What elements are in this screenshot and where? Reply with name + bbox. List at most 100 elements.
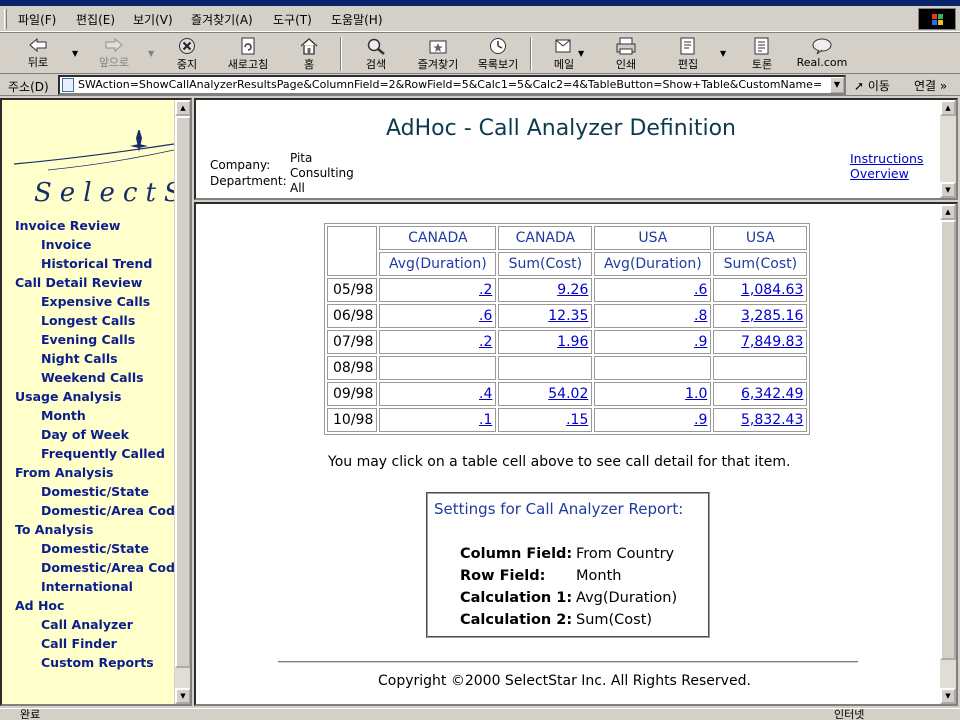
- nav-section[interactable]: Invoice Review: [15, 216, 183, 235]
- history-button[interactable]: 목록보기: [474, 35, 522, 73]
- nav-link[interactable]: Weekend Calls: [15, 368, 183, 387]
- instructions-link[interactable]: Instructions: [850, 151, 923, 166]
- navigation-scrollbar[interactable]: ▲ ▼: [174, 100, 190, 704]
- scroll-up-icon[interactable]: ▲: [940, 204, 956, 220]
- back-button[interactable]: 뒤로: [14, 35, 62, 73]
- address-dropdown-icon[interactable]: ▼: [830, 77, 844, 93]
- menu-edit[interactable]: 편집(E): [76, 11, 115, 28]
- cell-value-link[interactable]: 7,849.83: [741, 334, 803, 350]
- scroll-down-icon[interactable]: ▼: [175, 688, 190, 704]
- table-cell[interactable]: .6: [379, 304, 497, 328]
- mail-dropdown-icon[interactable]: ▼: [578, 49, 584, 58]
- links-button[interactable]: 연결 »: [914, 77, 947, 94]
- nav-link[interactable]: International: [15, 577, 183, 596]
- menu-tools[interactable]: 도구(T): [273, 11, 312, 28]
- main-scrollbar[interactable]: ▲ ▼: [940, 204, 956, 704]
- cell-value-link[interactable]: 1,084.63: [741, 282, 803, 298]
- cell-value-link[interactable]: .2: [479, 334, 492, 350]
- nav-link[interactable]: Domestic/State: [15, 482, 183, 501]
- nav-link[interactable]: Frequently Called: [15, 444, 183, 463]
- menu-help[interactable]: 도움말(H): [331, 11, 383, 28]
- table-cell[interactable]: 1.0: [594, 382, 712, 406]
- home-button[interactable]: 홈: [285, 35, 333, 73]
- menu-file[interactable]: 파일(F): [18, 11, 56, 28]
- address-input[interactable]: SWAction=ShowCallAnalyzerResultsPage&Col…: [58, 75, 846, 95]
- scroll-up-icon[interactable]: ▲: [940, 100, 956, 116]
- real-com-button[interactable]: Real.com: [792, 35, 852, 73]
- favorites-button[interactable]: 즐겨찾기: [414, 35, 462, 73]
- nav-link[interactable]: Longest Calls: [15, 311, 183, 330]
- forward-dropdown-icon[interactable]: ▼: [148, 49, 154, 58]
- table-cell[interactable]: 6,342.49: [713, 382, 808, 406]
- menu-favorites[interactable]: 즐겨찾기(A): [191, 11, 253, 28]
- scroll-down-icon[interactable]: ▼: [940, 182, 956, 198]
- table-cell[interactable]: 1.96: [498, 330, 593, 354]
- cell-value-link[interactable]: 12.35: [548, 308, 588, 324]
- cell-value-link[interactable]: 5,832.43: [741, 412, 803, 428]
- cell-value-link[interactable]: .1: [479, 412, 492, 428]
- nav-link[interactable]: Domestic/Area Code: [15, 558, 183, 577]
- nav-link[interactable]: Month: [15, 406, 183, 425]
- table-cell[interactable]: .15: [498, 408, 593, 432]
- edit-button[interactable]: 편집: [664, 35, 712, 73]
- cell-value-link[interactable]: .9: [694, 334, 707, 350]
- table-cell[interactable]: .1: [379, 408, 497, 432]
- nav-section[interactable]: Call Detail Review: [15, 273, 183, 292]
- edit-dropdown-icon[interactable]: ▼: [720, 49, 726, 58]
- nav-link[interactable]: Expensive Calls: [15, 292, 183, 311]
- cell-value-link[interactable]: 3,285.16: [741, 308, 803, 324]
- back-dropdown-icon[interactable]: ▼: [72, 49, 78, 58]
- cell-value-link[interactable]: .4: [479, 386, 492, 402]
- table-cell[interactable]: .8: [594, 304, 712, 328]
- table-cell[interactable]: 5,832.43: [713, 408, 808, 432]
- header-scrollbar[interactable]: ▲ ▼: [940, 100, 956, 198]
- table-cell[interactable]: 3,285.16: [713, 304, 808, 328]
- nav-link[interactable]: Custom Reports: [15, 653, 183, 672]
- table-cell[interactable]: 54.02: [498, 382, 593, 406]
- print-button[interactable]: 인쇄: [602, 35, 650, 73]
- scroll-up-icon[interactable]: ▲: [175, 100, 190, 116]
- table-cell[interactable]: .9: [594, 330, 712, 354]
- nav-section[interactable]: Usage Analysis: [15, 387, 183, 406]
- refresh-button[interactable]: 새로고침: [224, 35, 272, 73]
- scroll-down-icon[interactable]: ▼: [940, 688, 956, 704]
- cell-value-link[interactable]: 1.96: [557, 334, 588, 350]
- nav-link[interactable]: Evening Calls: [15, 330, 183, 349]
- search-button[interactable]: 검색: [352, 35, 400, 73]
- table-cell[interactable]: .2: [379, 278, 497, 302]
- forward-button[interactable]: 앞으로: [90, 35, 138, 73]
- cell-value-link[interactable]: 1.0: [685, 386, 707, 402]
- cell-value-link[interactable]: 54.02: [548, 386, 588, 402]
- cell-value-link[interactable]: .9: [694, 412, 707, 428]
- nav-section[interactable]: To Analysis: [15, 520, 183, 539]
- go-button[interactable]: ➚ 이동: [854, 77, 890, 94]
- nav-link[interactable]: Invoice: [15, 235, 183, 254]
- table-cell[interactable]: 12.35: [498, 304, 593, 328]
- nav-link[interactable]: Night Calls: [15, 349, 183, 368]
- nav-link[interactable]: Domestic/State: [15, 539, 183, 558]
- stop-button[interactable]: 중지: [163, 35, 211, 73]
- table-cell[interactable]: .4: [379, 382, 497, 406]
- menu-view[interactable]: 보기(V): [133, 11, 173, 28]
- discuss-button[interactable]: 토론: [738, 35, 786, 73]
- table-cell[interactable]: 9.26: [498, 278, 593, 302]
- nav-link[interactable]: Day of Week: [15, 425, 183, 444]
- table-cell[interactable]: 7,849.83: [713, 330, 808, 354]
- nav-link[interactable]: Historical Trend: [15, 254, 183, 273]
- overview-link[interactable]: Overview: [850, 166, 909, 181]
- table-cell[interactable]: .2: [379, 330, 497, 354]
- cell-value-link[interactable]: .2: [479, 282, 492, 298]
- cell-value-link[interactable]: .8: [694, 308, 707, 324]
- cell-value-link[interactable]: 6,342.49: [741, 386, 803, 402]
- nav-link[interactable]: Call Finder: [15, 634, 183, 653]
- scroll-thumb[interactable]: [175, 116, 190, 668]
- cell-value-link[interactable]: 9.26: [557, 282, 588, 298]
- table-cell[interactable]: 1,084.63: [713, 278, 808, 302]
- table-cell[interactable]: .6: [594, 278, 712, 302]
- nav-link[interactable]: Domestic/Area Code: [15, 501, 183, 520]
- nav-link[interactable]: Call Analyzer: [15, 615, 183, 634]
- cell-value-link[interactable]: .6: [479, 308, 492, 324]
- scroll-thumb[interactable]: [940, 220, 956, 660]
- table-cell[interactable]: .9: [594, 408, 712, 432]
- nav-section[interactable]: From Analysis: [15, 463, 183, 482]
